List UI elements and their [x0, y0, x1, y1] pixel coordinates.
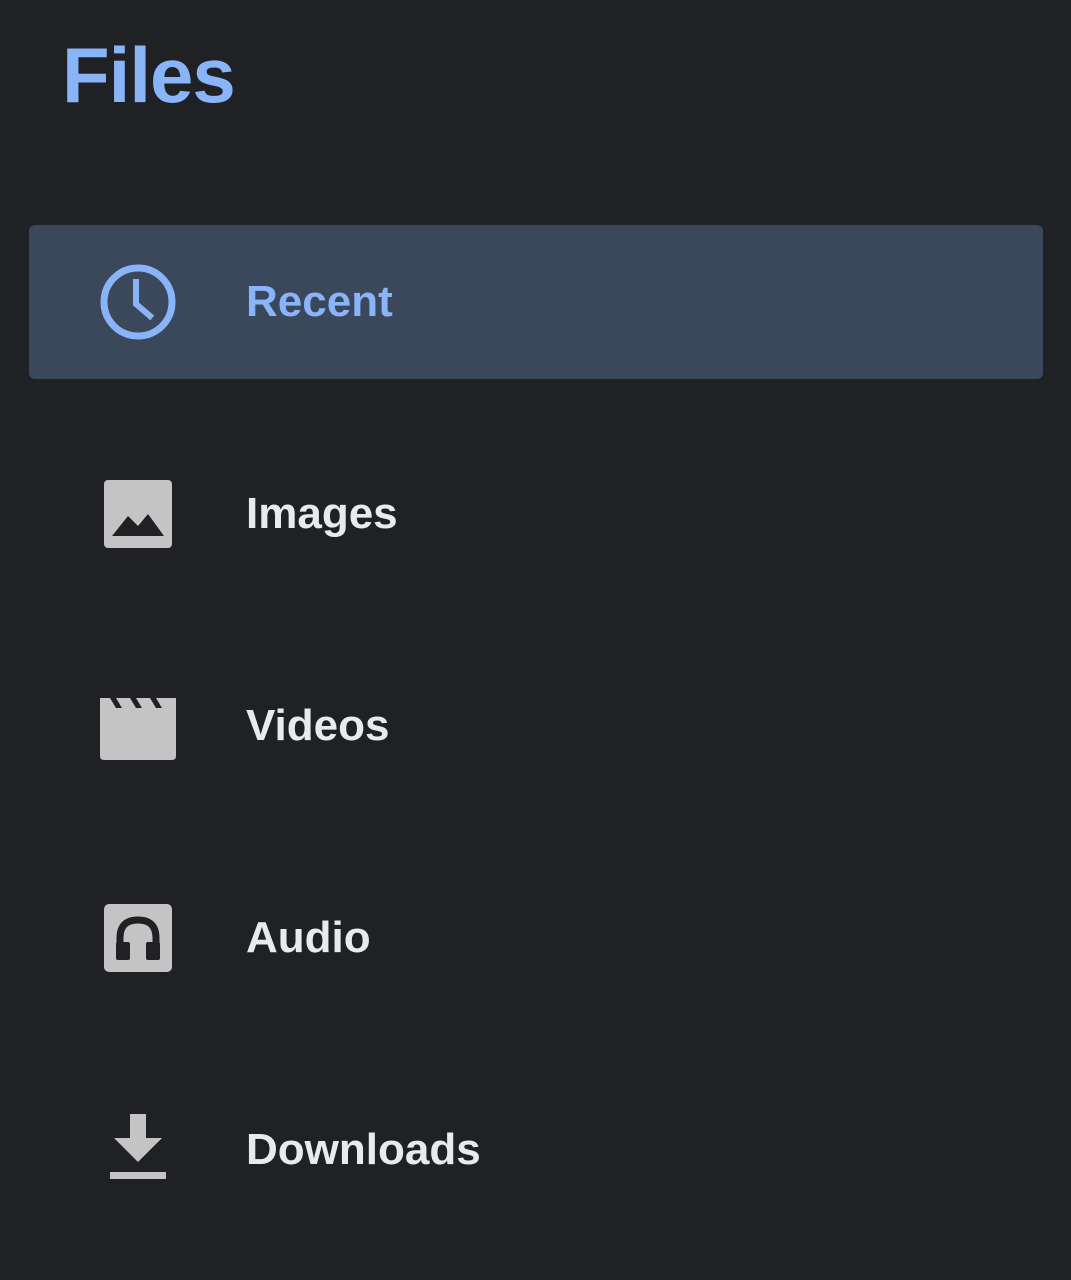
- nav-list: Recent Images Videos Audio Downloads: [29, 225, 1043, 1280]
- nav-item-downloads[interactable]: Downloads: [29, 1073, 1043, 1227]
- nav-item-images[interactable]: Images: [29, 437, 1043, 591]
- nav-item-recent[interactable]: Recent: [29, 225, 1043, 379]
- image-icon: [98, 474, 178, 554]
- headphones-icon: [98, 898, 178, 978]
- nav-item-label: Recent: [246, 277, 393, 326]
- nav-item-videos[interactable]: Videos: [29, 649, 1043, 803]
- clock-icon: [98, 262, 178, 342]
- files-drawer: Files Recent Images Videos Audio Downloa…: [0, 0, 1071, 1280]
- nav-item-audio[interactable]: Audio: [29, 861, 1043, 1015]
- download-icon: [98, 1110, 178, 1190]
- clapperboard-icon: [98, 686, 178, 766]
- nav-item-label: Downloads: [246, 1125, 481, 1174]
- app-title: Files: [62, 31, 236, 119]
- nav-item-label: Images: [246, 489, 398, 538]
- nav-item-label: Videos: [246, 701, 390, 750]
- nav-item-label: Audio: [246, 913, 371, 962]
